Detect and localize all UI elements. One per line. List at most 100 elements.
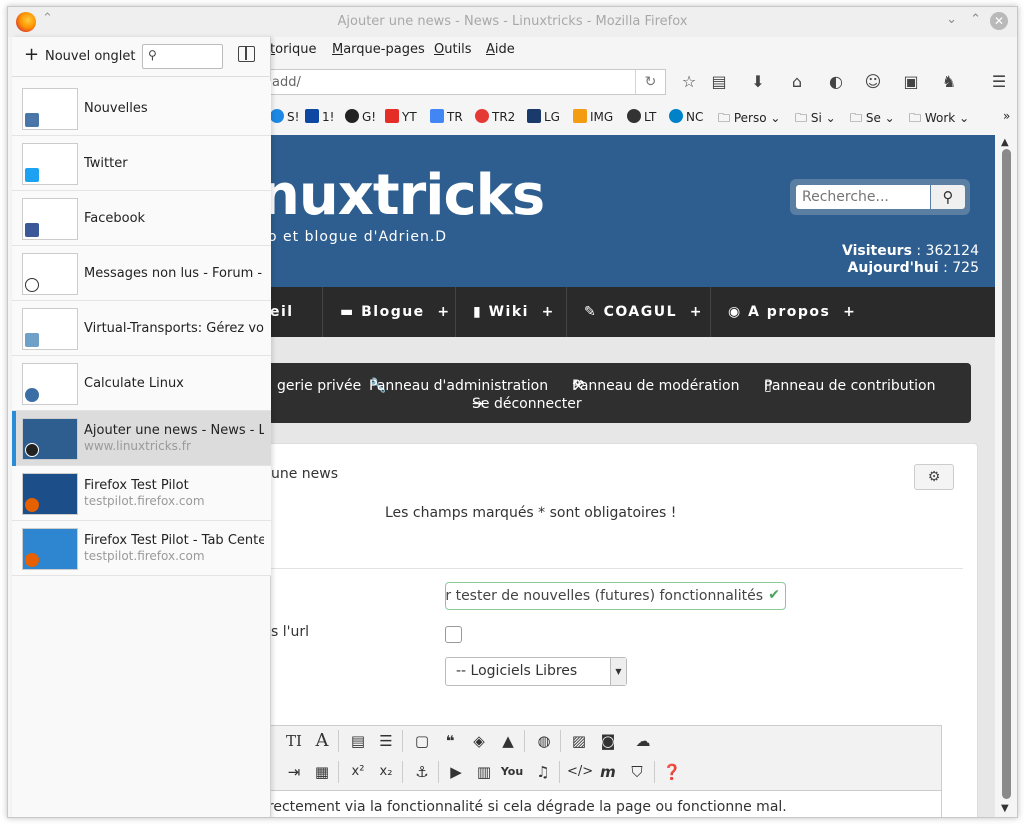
bookmark-folder-se[interactable]: 🗀 Se ⌄ [850,109,895,130]
tab-title: Messages non lus - Forum - ... [84,266,264,281]
nav-wiki[interactable]: ▮ Wiki + [473,287,555,337]
bookmark-lg[interactable]: LG [527,109,560,124]
menu-tools[interactable]: Outils [434,42,472,57]
tab-title: Twitter [84,156,128,171]
bookmark-g[interactable]: G! [345,109,376,124]
play-icon[interactable]: ▶ [444,760,468,784]
html5-icon[interactable]: ⛉ [625,760,649,784]
globe-icon[interactable]: ◍ [532,729,556,753]
sidebar-tab-active[interactable]: Ajouter une news - News - Li... www.linu… [12,411,271,466]
subscript-icon[interactable]: x₂ [374,760,398,784]
bookmark-star-icon[interactable]: ☆ [678,71,700,93]
sidebar-tab[interactable]: Messages non lus - Forum - ... [12,246,271,301]
bookmark-folder-si[interactable]: 🗀 Si ⌄ [795,109,836,130]
music-icon[interactable]: ♫ [531,760,555,784]
cloud-upload-icon[interactable]: ☁ [631,729,655,753]
sidebar-tab[interactable]: Firefox Test Pilot - Tab Center testpilo… [12,521,271,576]
site-search-input[interactable] [796,185,930,209]
nav-divider [322,287,323,337]
indent-icon[interactable]: ⇥ [282,760,306,784]
title-field[interactable]: our tester de nouvelles (futures) foncti… [445,582,786,610]
tab-thumbnail [22,473,78,515]
close-icon[interactable]: ✕ [990,12,1008,30]
bookmark-yt[interactable]: YT [385,109,417,124]
font-size-icon[interactable]: TI [282,729,306,753]
tab-thumbnail [22,363,78,405]
table-icon[interactable]: ▦ [310,760,334,784]
download-icon[interactable]: ⬇ [747,71,769,93]
film-icon[interactable]: ▥ [472,760,496,784]
site-logo[interactable]: nuxtricks [270,163,545,228]
search-icon[interactable]: ⚲ [931,185,965,209]
emoji-icon[interactable]: ☺ [862,71,884,93]
editor-textarea[interactable]: irectement via la fonctionnalité si cela… [270,790,941,817]
bookmark-tr2[interactable]: TR2 [475,109,515,124]
maximize-icon[interactable]: ⌃ [970,12,981,27]
block-icon[interactable]: ▢ [410,729,434,753]
youtube-icon[interactable]: You [500,760,524,784]
nav-coagul[interactable]: ✎ COAGUL + [584,287,703,337]
sidebar-tab[interactable]: Twitter [12,136,271,191]
category-select[interactable]: -- Logiciels Libres ▼ [445,657,627,686]
bookmark-nc[interactable]: NC [669,109,703,124]
nav-blogue[interactable]: ▬ Blogue + [340,287,451,337]
quote-icon[interactable]: ❝ [438,729,462,753]
nav-a-propos[interactable]: ◉ A propos + [728,287,856,337]
minimize-icon[interactable]: ⌄ [946,12,957,27]
reading-list-icon[interactable]: ▤ [708,71,730,93]
warning-icon[interactable]: ▲ [496,729,520,753]
bookmark-lt[interactable]: LT [627,109,656,124]
bookmark-folder-perso[interactable]: 🗀 Perso ⌄ [718,109,780,130]
search-icon: ⚲ [148,48,157,62]
shield-icon[interactable]: ▣ [900,71,922,93]
pocket-icon[interactable]: ◐ [825,71,847,93]
visitor-stats: Visiteurs : 362124 Aujourd'hui : 725 [842,243,979,276]
scrollbar-thumb[interactable] [1002,149,1011,799]
math-icon[interactable]: m [596,760,620,784]
sidebar-tab[interactable]: Firefox Test Pilot testpilot.firefox.com [12,466,271,521]
menu-bookmarks[interactable]: Marque-pages [332,42,425,57]
bookmark-img[interactable]: IMG [573,109,613,124]
private-messages-link[interactable]: gerie privée [277,378,361,394]
bookmark-tr[interactable]: TR [430,109,463,124]
page-scrollbar[interactable]: ▲ ▼ [995,135,1017,817]
scroll-up-icon[interactable]: ▲ [1001,137,1009,148]
tab-title: Firefox Test Pilot - Tab Center [84,533,264,548]
sidebar-tab[interactable]: Nouvelles [12,81,271,136]
gear-icon[interactable]: ⚙ [914,464,954,490]
bookmark-folder-work[interactable]: 🗀 Work ⌄ [909,109,969,130]
hide-icon[interactable]: ◈ [467,729,491,753]
sidebar-tab[interactable]: Calculate Linux [12,356,271,411]
code-icon[interactable]: </> [567,760,593,784]
new-tab-button[interactable]: Nouvel onglet [45,49,136,64]
image-icon[interactable]: ▨ [567,729,591,753]
sidebar-tab[interactable]: Facebook [12,191,271,246]
menu-help[interactable]: Aide [486,42,515,57]
sidebar-pin-icon[interactable] [238,46,255,62]
camera-icon[interactable]: ◙ [596,729,620,753]
bookmark-1[interactable]: 1! [305,109,334,124]
bookmark-s[interactable]: S! [270,109,299,124]
sidebar-tab[interactable]: Virtual-Transports: Gérez vos... [12,301,271,356]
paragraph-icon[interactable]: ▤ [346,729,370,753]
nav-accueil[interactable]: eil [270,287,294,337]
tab-search-input[interactable]: ⚲ [142,44,223,69]
url-checkbox[interactable] [445,626,462,643]
scroll-down-icon[interactable]: ▼ [1001,803,1009,814]
plus-icon[interactable]: + [24,44,39,65]
superscript-icon[interactable]: x² [346,760,370,784]
anchor-icon[interactable]: ⚓ [410,760,434,784]
font-icon[interactable]: A [310,729,334,753]
menu-icon[interactable]: ☰ [988,71,1010,93]
testpilot-icon[interactable]: ♞ [938,71,960,93]
calculate-linux-icon [25,388,39,402]
help-icon[interactable]: ❓ [660,760,684,784]
list-icon[interactable]: ☰ [374,729,398,753]
reload-icon[interactable]: ↻ [635,70,665,94]
url-bar[interactable]: add/ ↻ [270,69,666,95]
bookmarks-overflow-icon[interactable]: » [1003,109,1010,123]
menu-history[interactable]: torique [270,42,317,57]
folder-icon: 🗀 [850,111,863,125]
home-icon[interactable]: ⌂ [786,71,808,93]
tab-url: www.linuxtricks.fr [84,439,191,453]
